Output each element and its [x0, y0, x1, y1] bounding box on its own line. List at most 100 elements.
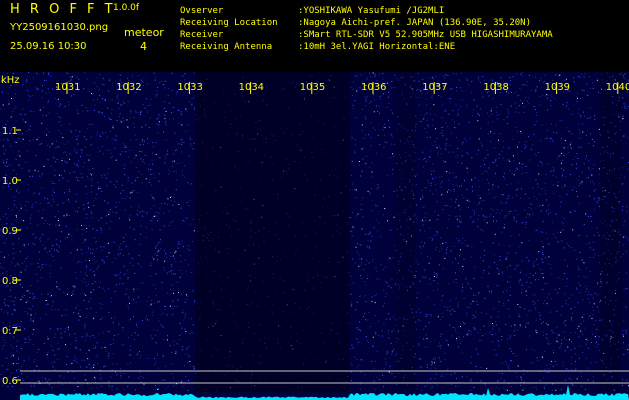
- noise-dot: [60, 328, 62, 330]
- noise-dot: [586, 155, 587, 157]
- noise-dot: [537, 300, 539, 301]
- noise-dot: [479, 197, 481, 199]
- noise-dot: [521, 284, 523, 286]
- noise-dot: [520, 100, 521, 102]
- noise-dot: [464, 323, 466, 325]
- noise-dot: [46, 128, 48, 130]
- noise-dot: [172, 107, 174, 108]
- noise-dot: [161, 325, 163, 327]
- noise-dot: [441, 117, 443, 118]
- noise-dot: [593, 249, 594, 251]
- noise-dot: [627, 349, 629, 351]
- noise-dot: [119, 252, 121, 254]
- noise-dot: [564, 293, 566, 295]
- noise-dot: [25, 301, 27, 303]
- noise-dot: [432, 119, 434, 121]
- noise-dot: [467, 306, 468, 308]
- x-tick-label: 1035: [300, 82, 325, 93]
- noise-dot: [371, 162, 373, 164]
- noise-dot: [492, 323, 493, 325]
- noise-dot: [355, 144, 357, 146]
- noise-dot: [185, 130, 187, 132]
- noise-dot: [533, 263, 535, 265]
- noise-dot: [426, 385, 427, 387]
- noise-dot: [532, 187, 534, 189]
- noise-dot: [36, 139, 38, 141]
- noise-dot: [478, 76, 479, 78]
- noise-dot: [386, 174, 388, 176]
- location-label: Receiving Location: [180, 18, 278, 28]
- noise-dot: [190, 183, 192, 185]
- noise-dot: [150, 265, 152, 267]
- noise-dot: [497, 285, 499, 287]
- noise-dot: [93, 255, 95, 257]
- noise-dot: [18, 164, 20, 166]
- noise-dot: [98, 333, 100, 335]
- noise-dot: [174, 252, 176, 254]
- noise-dot: [460, 105, 462, 107]
- noise-dot: [192, 241, 194, 242]
- noise-dot: [76, 358, 77, 360]
- noise-dot: [89, 249, 91, 251]
- noise-dot: [384, 134, 386, 136]
- noise-dot: [549, 138, 551, 139]
- noise-dot: [25, 162, 27, 163]
- noise-dot: [160, 324, 162, 326]
- noise-dot: [176, 306, 178, 308]
- noise-dot: [519, 105, 521, 107]
- noise-dot: [503, 172, 505, 174]
- noise-dot: [28, 128, 30, 130]
- noise-dot: [492, 184, 494, 186]
- noise-dot: [100, 217, 102, 219]
- noise-dot: [562, 160, 564, 162]
- noise-dot: [173, 385, 175, 387]
- noise-dot: [65, 309, 67, 311]
- noise-dot: [421, 189, 423, 191]
- noise-dot: [96, 342, 98, 344]
- noise-dot: [524, 308, 526, 310]
- noise-dot: [509, 335, 511, 337]
- noise-dot: [182, 309, 184, 311]
- noise-dot: [151, 184, 153, 186]
- noise-dot: [517, 169, 519, 170]
- noise-dot: [106, 215, 108, 217]
- noise-dot: [491, 108, 492, 110]
- noise-dot: [383, 269, 384, 271]
- noise-dot: [6, 238, 8, 240]
- noise-dot: [86, 366, 88, 368]
- noise-dot: [455, 330, 457, 332]
- noise-dot: [565, 339, 567, 341]
- noise-dot: [482, 96, 484, 98]
- observer-value: :YOSHIKAWA Yasufumi /JG2MLI: [298, 6, 445, 16]
- noise-dot: [578, 357, 580, 359]
- noise-dot: [52, 183, 54, 184]
- noise-dot: [193, 366, 194, 367]
- noise-dot: [180, 293, 182, 295]
- noise-dot: [591, 174, 593, 176]
- noise-dot: [123, 388, 125, 390]
- noise-dot: [418, 263, 420, 265]
- noise-dot: [118, 108, 120, 110]
- noise-dot: [159, 157, 161, 159]
- noise-dot: [546, 130, 548, 132]
- noise-dot: [112, 211, 114, 213]
- noise-dot: [506, 256, 508, 258]
- noise-dot: [61, 384, 63, 386]
- noise-dot: [568, 378, 570, 380]
- noise-dot: [369, 326, 371, 328]
- noise-dot: [48, 131, 50, 133]
- noise-dot: [516, 146, 518, 148]
- noise-dot: [432, 238, 433, 240]
- noise-dot: [579, 76, 581, 78]
- noise-dot: [350, 293, 352, 295]
- noise-dot: [544, 189, 546, 191]
- y-tick-label: 0.7: [2, 326, 18, 337]
- noise-dot: [13, 204, 15, 206]
- noise-dot: [547, 205, 549, 207]
- noise-dot: [583, 111, 584, 113]
- noise-dot: [487, 285, 489, 287]
- noise-dot: [69, 381, 71, 383]
- noise-dot: [521, 150, 522, 152]
- noise-dot: [57, 348, 59, 350]
- noise-dot: [428, 182, 430, 184]
